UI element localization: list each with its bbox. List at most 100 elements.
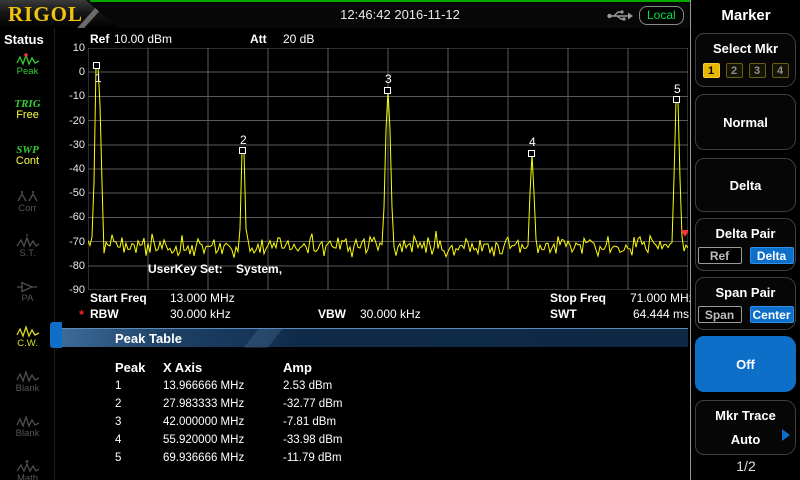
marker-select-3[interactable]: 3 [749,63,766,78]
delta-button[interactable]: Delta [695,158,796,212]
corr-icon [15,189,41,204]
marker-3-square [384,87,391,94]
att-value: 20 dB [283,32,314,46]
normal-button[interactable]: Normal [695,94,796,150]
marker-4-square [528,150,535,157]
delta-pair-button[interactable]: Delta Pair Ref Delta [695,218,796,271]
instrument-screen: RIGOL 12:46:42 2016-11-12 Local Status P… [0,0,800,480]
status-item-pa: PA [0,279,55,321]
peak-table-titlebar: Peak Table [55,328,688,347]
cell-freq: 42.000000 MHz [163,416,244,428]
off-button[interactable]: Off [695,336,796,392]
cell-amp: 2.53 dBm [283,380,332,392]
col-amp: Amp [283,360,312,375]
status-item-label: Free [0,110,55,120]
status-item-st: S.T. [0,234,55,276]
menu-title: Marker [691,7,800,24]
rbw-value: 30.000 kHz [170,307,231,321]
cell-peak-num: 3 [115,416,121,428]
status-item-corr: Corr [0,189,55,231]
span-pair-button[interactable]: Span Pair Span Center [695,277,796,330]
att-label: Att [250,32,267,46]
datetime-display: 12:46:42 2016-11-12 [300,7,500,22]
marker-select-4[interactable]: 4 [772,63,789,78]
y-tick--10: -10 [57,90,85,102]
cell-freq: 27.983333 MHz [163,398,244,410]
y-tick--90: -90 [57,284,85,296]
marker-5-number: 5 [674,82,681,96]
delta-pair-options: Ref Delta [696,247,795,264]
peak-table-row: 227.983333 MHz-32.77 dBm [0,398,688,416]
st-icon [15,234,41,249]
stop-freq-value: 71.000 MHz [630,291,695,305]
submenu-arrow-icon [782,429,790,441]
status-item-peak: Peak [0,52,55,94]
swt-value: 64.444 ms [633,307,689,321]
marker-2-square [239,147,246,154]
cell-peak-num: 1 [115,380,121,392]
delta-pair-option-ref[interactable]: Ref [698,247,742,264]
spectrum-plot: 12345 [88,48,688,290]
y-tick-10: 10 [57,42,85,54]
brand-logo: RIGOL [8,2,83,27]
select-mkr-button[interactable]: Select Mkr 1234 [695,33,796,87]
peak-table-row: 342.000000 MHz-7.81 dBm [0,416,688,434]
status-item-label: PA [0,294,55,304]
cell-peak-num: 5 [115,452,121,464]
status-item-label: Cont [0,156,55,166]
rbw-label: RBW [90,307,119,321]
marker-select-2[interactable]: 2 [726,63,743,78]
cell-amp: -11.79 dBm [283,452,342,464]
marker-1-square [93,62,100,69]
swt-label: SWT [550,307,577,321]
side-blue-tab [50,322,62,348]
logo-area: RIGOL [0,0,118,28]
vbw-value: 30.000 kHz [360,307,421,321]
peak-table-title: Peak Table [115,331,182,346]
marker-2-number: 2 [240,133,247,147]
titlebar-diagonal [244,329,283,348]
delta-label: Delta [730,178,762,193]
userkey-annotation: UserKey Set: System, [148,262,282,276]
span-pair-option-span[interactable]: Span [698,306,742,323]
marker-number-boxes: 1234 [696,63,795,78]
cw-icon [15,324,41,339]
select-mkr-label: Select Mkr [696,41,795,56]
span-pair-options: Span Center [696,306,795,323]
status-item-label: Peak [0,67,55,77]
delta-pair-label: Delta Pair [696,226,795,241]
y-tick--70: -70 [57,236,85,248]
peak-table-row: 1 13.966666 MHz 2.53 dBm [0,380,688,398]
usb-icon [606,8,634,28]
y-tick--60: -60 [57,211,85,223]
y-tick--80: -80 [57,260,85,272]
start-freq-label: Start Freq [90,291,147,305]
span-pair-label: Span Pair [696,285,795,300]
cell-amp: -32.77 dBm [283,398,342,410]
marker-4-number: 4 [529,135,536,149]
vbw-label: VBW [318,307,346,321]
cell-freq: 13.966666 MHz [163,380,244,392]
col-xaxis: X Axis [163,360,202,375]
status-item-label: Math [0,474,55,480]
mkr-trace-button[interactable]: Mkr Trace Auto [695,400,796,455]
marker-3-number: 3 [385,72,392,86]
cell-amp: -33.98 dBm [283,434,342,446]
header-green-line [90,0,717,2]
pa-icon [15,279,41,294]
col-peak: Peak [115,360,145,375]
cell-freq: 55.920000 MHz [163,434,244,446]
local-mode-badge: Local [639,6,684,25]
menu-page-indicator: 1/2 [691,458,800,474]
peak-icon [15,52,41,67]
status-title: Status [0,28,54,49]
y-tick--50: -50 [57,187,85,199]
span-pair-option-center[interactable]: Center [750,306,794,323]
peak-table-header: Peak X Axis Amp [0,360,688,376]
status-item-swp: SWPCont [0,144,55,186]
y-tick--20: -20 [57,115,85,127]
marker-select-1[interactable]: 1 [703,63,720,78]
delta-pair-option-delta[interactable]: Delta [750,247,794,264]
status-item-label: S.T. [0,249,55,259]
y-tick-0: 0 [57,66,85,78]
